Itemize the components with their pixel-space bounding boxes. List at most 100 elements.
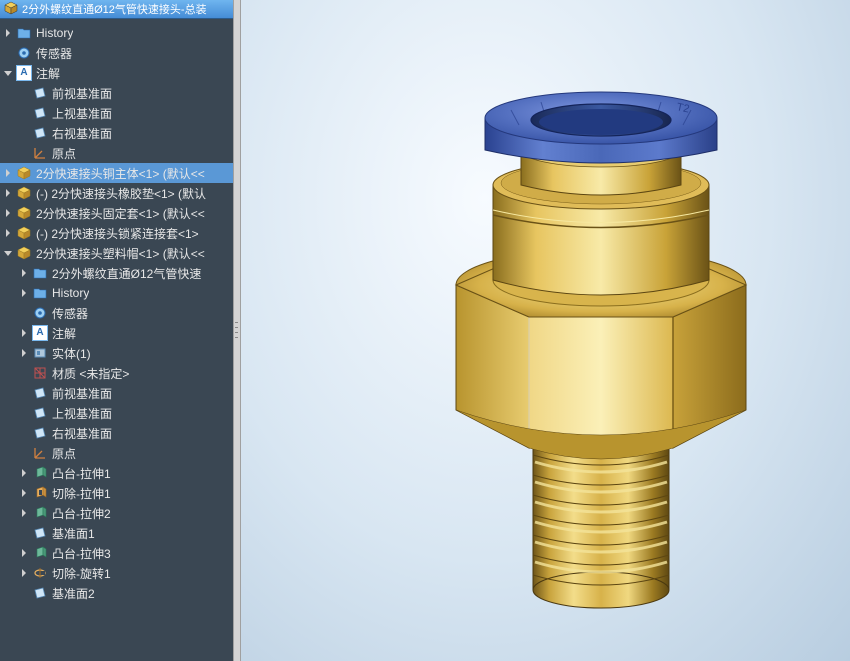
tree-item[interactable]: A注解 xyxy=(0,63,233,83)
chevron-right-icon[interactable] xyxy=(18,467,30,479)
tree-item-label: 注解 xyxy=(52,325,76,342)
tree-item[interactable]: 右视基准面 xyxy=(0,123,233,143)
tree-item[interactable]: 右视基准面 xyxy=(0,423,233,443)
plane-icon xyxy=(32,385,48,401)
folder-icon xyxy=(16,25,32,41)
tree-item-label: 前视基准面 xyxy=(52,85,112,102)
assembly-icon xyxy=(4,1,18,18)
tree-item[interactable]: 2分快速接头铜主体<1> (默认<< xyxy=(0,163,233,183)
revolve-icon xyxy=(32,565,48,581)
tree-item[interactable]: 材质 <未指定> xyxy=(0,363,233,383)
asm-y-icon xyxy=(16,165,32,181)
tree-item[interactable]: 基准面2 xyxy=(0,583,233,603)
tree-item[interactable]: 前视基准面 xyxy=(0,383,233,403)
tree-item-label: 凸台-拉伸2 xyxy=(52,505,111,522)
splitter-grip-icon xyxy=(235,320,239,340)
tree-item[interactable]: History xyxy=(0,283,233,303)
chevron-right-icon[interactable] xyxy=(2,167,14,179)
tree-item-label: 2分快速接头塑料帽<1> (默认<< xyxy=(36,245,205,262)
tree-arrow-none xyxy=(2,47,14,59)
tree-item[interactable]: 前视基准面 xyxy=(0,83,233,103)
tree-item-label: 2分快速接头固定套<1> (默认<< xyxy=(36,205,205,222)
3d-viewport[interactable]: T2 xyxy=(241,0,850,661)
plane-icon xyxy=(32,585,48,601)
chevron-right-icon[interactable] xyxy=(18,567,30,579)
extrude-icon xyxy=(32,545,48,561)
tree-arrow-none xyxy=(18,447,30,459)
chevron-right-icon[interactable] xyxy=(18,287,30,299)
tree-item-label: 材质 <未指定> xyxy=(52,365,129,382)
tree-body: History传感器A注解前视基准面上视基准面右视基准面原点2分快速接头铜主体<… xyxy=(0,19,233,607)
tree-item-label: 切除-旋转1 xyxy=(52,565,111,582)
plane-icon xyxy=(32,425,48,441)
tree-item-label: 2分外螺纹直通Ø12气管快速 xyxy=(52,265,201,282)
tree-arrow-none xyxy=(18,87,30,99)
a-icon: A xyxy=(16,65,32,81)
tree-header-title: 2分外螺纹直通Ø12气管快速接头-总装 xyxy=(22,1,207,17)
tree-arrow-none xyxy=(18,587,30,599)
tree-item[interactable]: History xyxy=(0,23,233,43)
tree-item[interactable]: (-) 2分快速接头锁紧连接套<1> xyxy=(0,223,233,243)
extrude-icon xyxy=(32,505,48,521)
tree-item[interactable]: 2分快速接头塑料帽<1> (默认<< xyxy=(0,243,233,263)
asm-y-icon xyxy=(16,185,32,201)
chevron-right-icon[interactable] xyxy=(18,507,30,519)
tree-item[interactable]: 原点 xyxy=(0,443,233,463)
tree-item[interactable]: 2分快速接头固定套<1> (默认<< xyxy=(0,203,233,223)
tree-item-label: 传感器 xyxy=(52,305,88,322)
asm-y-icon xyxy=(16,205,32,221)
chevron-right-icon[interactable] xyxy=(18,547,30,559)
tree-item-label: History xyxy=(36,26,73,40)
tree-item[interactable]: 凸台-拉伸2 xyxy=(0,503,233,523)
tree-item[interactable]: 实体(1) xyxy=(0,343,233,363)
asm-y-icon xyxy=(16,225,32,241)
tree-item[interactable]: 上视基准面 xyxy=(0,403,233,423)
chevron-down-icon[interactable] xyxy=(2,67,14,79)
plane-icon xyxy=(32,125,48,141)
tree-item[interactable]: 凸台-拉伸1 xyxy=(0,463,233,483)
tree-item[interactable]: 原点 xyxy=(0,143,233,163)
tree-item[interactable]: 切除-旋转1 xyxy=(0,563,233,583)
chevron-right-icon[interactable] xyxy=(2,207,14,219)
tree-item[interactable]: 传感器 xyxy=(0,43,233,63)
a-icon: A xyxy=(32,325,48,341)
tree-item[interactable]: A注解 xyxy=(0,323,233,343)
chevron-down-icon[interactable] xyxy=(2,247,14,259)
tree-arrow-none xyxy=(18,407,30,419)
tree-arrow-none xyxy=(18,527,30,539)
model-quick-connector: T2 xyxy=(411,40,791,620)
tree-item[interactable]: 传感器 xyxy=(0,303,233,323)
origin-icon xyxy=(32,145,48,161)
chevron-right-icon[interactable] xyxy=(18,327,30,339)
tree-item[interactable]: 切除-拉伸1 xyxy=(0,483,233,503)
tree-item[interactable]: 凸台-拉伸3 xyxy=(0,543,233,563)
extrude-icon xyxy=(32,465,48,481)
chevron-right-icon[interactable] xyxy=(18,487,30,499)
chevron-right-icon[interactable] xyxy=(18,267,30,279)
tree-item-label: History xyxy=(52,286,89,300)
tree-item-label: (-) 2分快速接头橡胶垫<1> (默认 xyxy=(36,185,206,202)
splitter[interactable] xyxy=(233,0,241,661)
tree-item[interactable]: 基准面1 xyxy=(0,523,233,543)
sensor-icon xyxy=(32,305,48,321)
tree-item-label: 凸台-拉伸1 xyxy=(52,465,111,482)
tree-item-label: 上视基准面 xyxy=(52,405,112,422)
tree-item[interactable]: (-) 2分快速接头橡胶垫<1> (默认 xyxy=(0,183,233,203)
chevron-right-icon[interactable] xyxy=(2,227,14,239)
tree-item-label: 2分快速接头铜主体<1> (默认<< xyxy=(36,165,205,182)
chevron-right-icon[interactable] xyxy=(18,347,30,359)
plane-icon xyxy=(32,105,48,121)
plane-icon xyxy=(32,85,48,101)
chevron-right-icon[interactable] xyxy=(2,27,14,39)
tree-arrow-none xyxy=(18,307,30,319)
tree-item[interactable]: 2分外螺纹直通Ø12气管快速 xyxy=(0,263,233,283)
sensor-icon xyxy=(16,45,32,61)
tree-item[interactable]: 上视基准面 xyxy=(0,103,233,123)
tree-arrow-none xyxy=(18,427,30,439)
chevron-right-icon[interactable] xyxy=(2,187,14,199)
tree-arrow-none xyxy=(18,127,30,139)
tree-item-label: (-) 2分快速接头锁紧连接套<1> xyxy=(36,225,199,242)
tree-header[interactable]: 2分外螺纹直通Ø12气管快速接头-总装 xyxy=(0,0,233,19)
tree-item-label: 右视基准面 xyxy=(52,125,112,142)
tree-item-label: 基准面1 xyxy=(52,525,95,542)
